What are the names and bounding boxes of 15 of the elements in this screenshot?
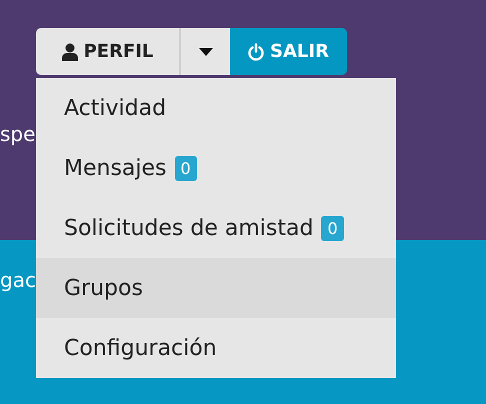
profile-button[interactable]: PERFIL xyxy=(36,28,181,75)
background-text: gac xyxy=(0,267,36,292)
menu-item-label: Mensajes xyxy=(64,156,167,180)
caret-down-icon xyxy=(198,48,212,56)
menu-item[interactable]: Grupos xyxy=(36,258,396,318)
power-icon xyxy=(248,42,264,60)
menu-item-label: Grupos xyxy=(64,276,143,300)
count-badge: 0 xyxy=(321,216,344,240)
count-badge: 0 xyxy=(174,156,197,180)
menu-item-label: Configuración xyxy=(64,336,217,360)
user-icon xyxy=(62,42,78,60)
background-text: spe xyxy=(0,122,36,146)
menu-item-label: Solicitudes de amistad xyxy=(64,216,314,240)
menu-item-label: Actividad xyxy=(64,96,166,120)
dropdown-toggle[interactable] xyxy=(181,28,230,75)
